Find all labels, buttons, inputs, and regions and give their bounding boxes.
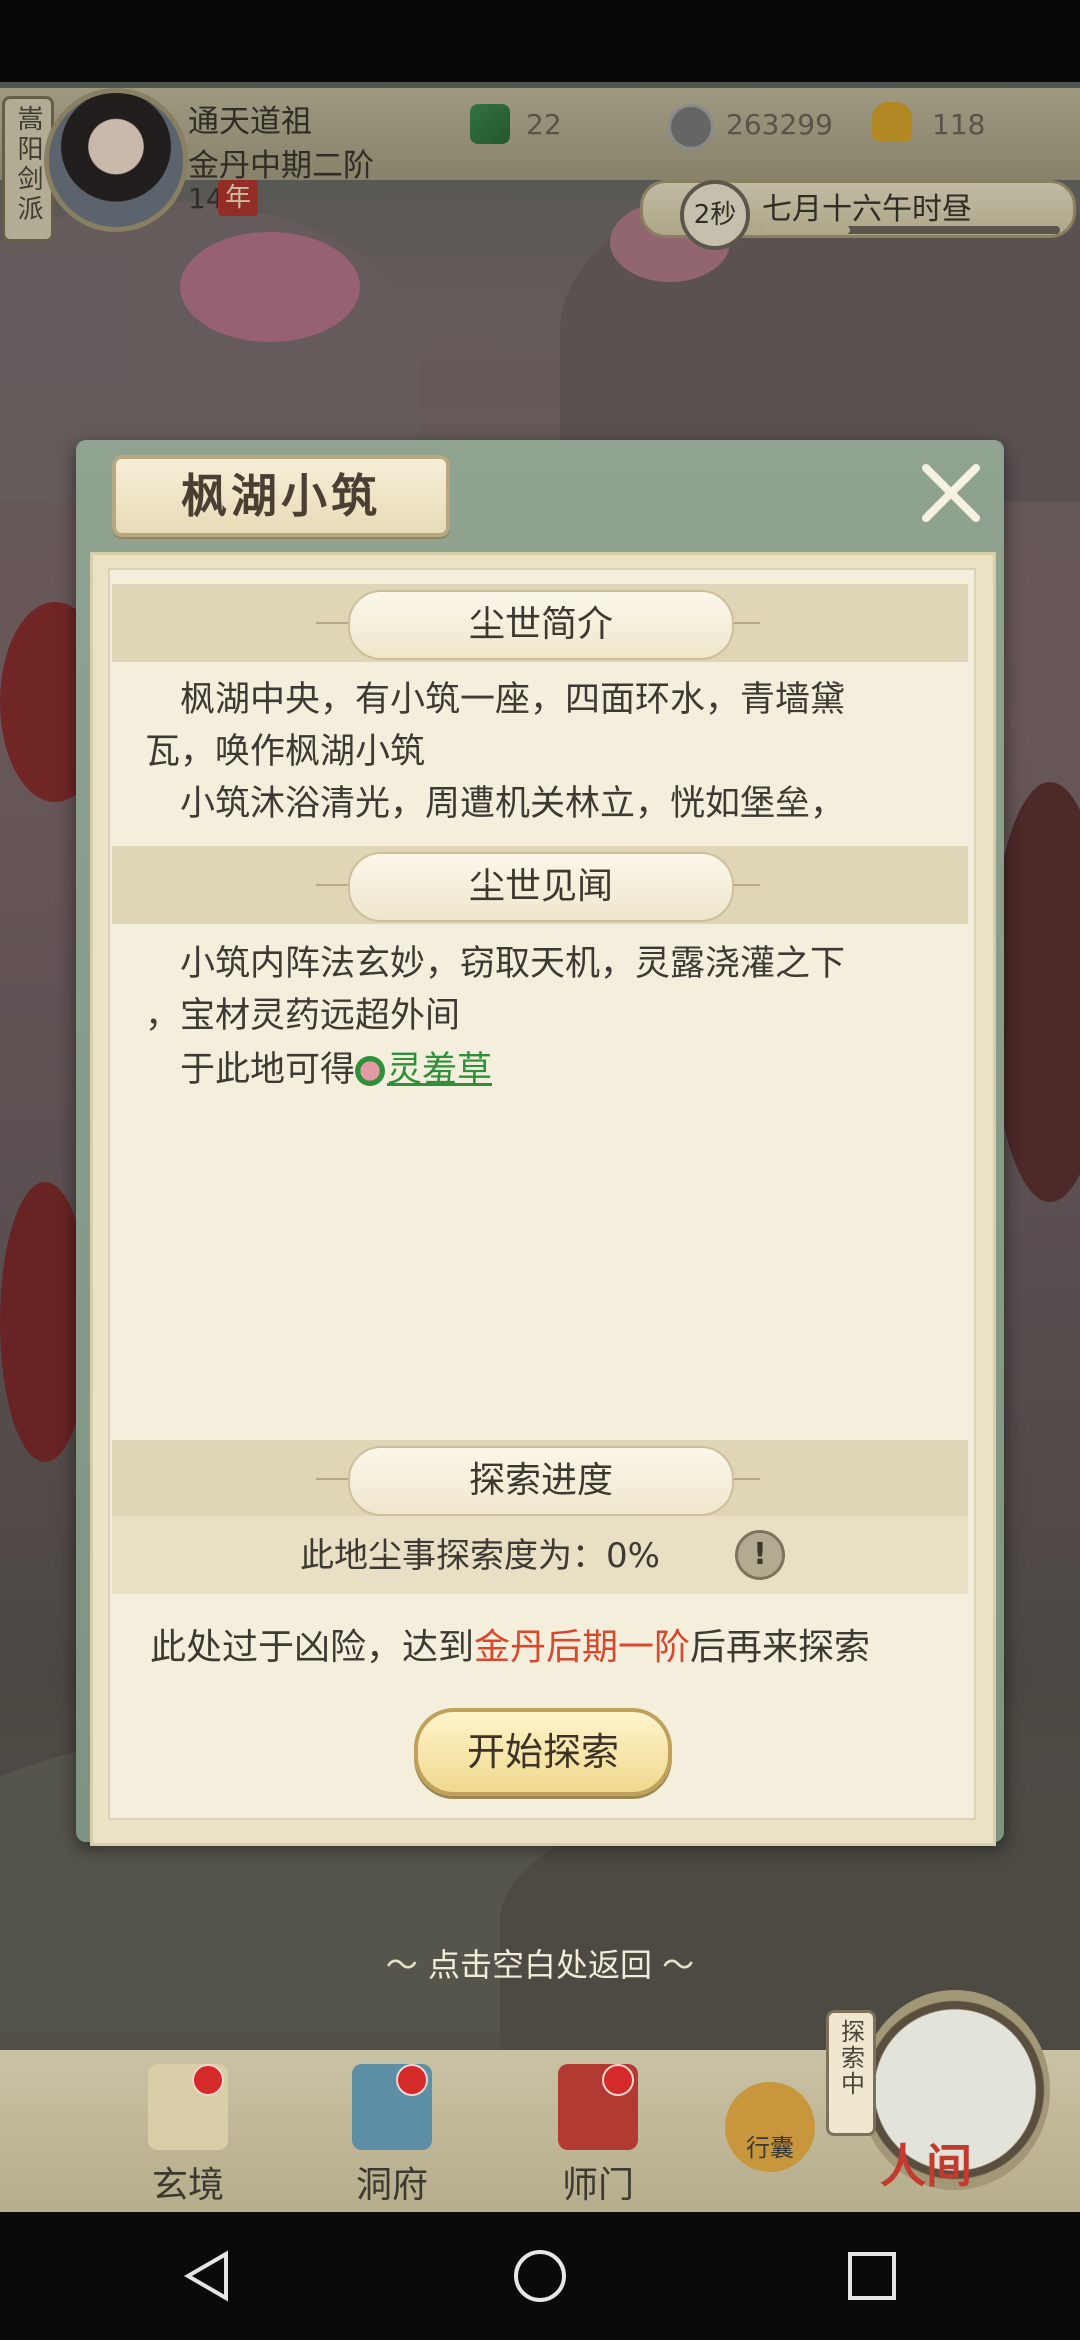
tap-to-return-hint[interactable]: ～ 点击空白处返回 ～	[0, 1940, 1080, 1986]
notification-dot	[396, 2064, 428, 2096]
intro-text-line: 瓦，唤作枫湖小筑	[145, 732, 426, 772]
news-text-line: 小筑内阵法玄妙，窃取天机，灵露浇灌之下	[145, 944, 846, 984]
progress-header: 探索进度	[348, 1446, 734, 1516]
obtain-line: 于此地可得 灵羞草	[145, 1044, 935, 1096]
nav-xingnang[interactable]: 行囊	[700, 2060, 840, 2210]
obtain-prefix: 于此地可得	[145, 1050, 356, 1090]
home-circle-icon[interactable]	[512, 2248, 568, 2304]
modal-title: 枫湖小筑	[181, 469, 381, 523]
notification-dot	[602, 2064, 634, 2096]
nav-label: 玄境	[151, 2165, 224, 2206]
intro-header: 尘世简介	[348, 590, 734, 660]
danger-prefix: 此处过于凶险，达到	[150, 1627, 475, 1668]
danger-suffix: 后再来探索	[690, 1627, 871, 1668]
close-button[interactable]	[916, 458, 986, 528]
danger-notice: 此处过于凶险，达到金丹后期一阶后再来探索	[150, 1618, 870, 1670]
swirl-left-icon: ～	[385, 1946, 428, 1984]
nav-dongfu[interactable]: 洞府	[322, 2060, 462, 2210]
nav-xuanjing[interactable]: 玄境	[118, 2060, 258, 2210]
swirl-right-icon: ～	[652, 1946, 695, 1984]
modal-title-plaque: 枫湖小筑	[112, 455, 450, 537]
news-text-line: ，宝材灵药远超外间	[145, 996, 461, 1036]
nav-label: 洞府	[355, 2165, 428, 2206]
back-hint-text: 点击空白处返回	[427, 1946, 652, 1984]
herb-icon	[355, 1056, 386, 1086]
back-triangle-icon[interactable]	[180, 2248, 236, 2304]
required-realm: 金丹后期一阶	[474, 1627, 691, 1668]
nav-label: 师门	[561, 2165, 634, 2206]
android-nav-bar	[0, 2212, 1080, 2340]
herb-link[interactable]: 灵羞草	[387, 1050, 492, 1090]
recents-square-icon[interactable]	[844, 2248, 900, 2304]
exploring-label: 探索中	[836, 2019, 865, 2097]
close-icon	[922, 464, 980, 522]
exploring-tag: 探索中	[826, 2010, 876, 2136]
news-header: 尘世见闻	[348, 852, 734, 922]
info-exclamation-icon[interactable]: !	[735, 1530, 785, 1580]
explore-progress-text: 此地尘事探索度为：0%	[300, 1536, 660, 1576]
intro-text-line: 小筑沐浴清光，周遭机关林立，恍如堡垒，	[145, 784, 846, 824]
nav-shimen[interactable]: 师门	[528, 2060, 668, 2210]
status-bar	[0, 0, 1080, 82]
intro-text-line: 枫湖中央，有小筑一座，四面环水，青墙黛	[145, 680, 846, 720]
nav-label: 行囊	[746, 2134, 794, 2162]
notification-dot	[192, 2064, 224, 2096]
world-label: 人间	[880, 2139, 972, 2193]
start-explore-button[interactable]: 开始探索	[414, 1708, 672, 1796]
